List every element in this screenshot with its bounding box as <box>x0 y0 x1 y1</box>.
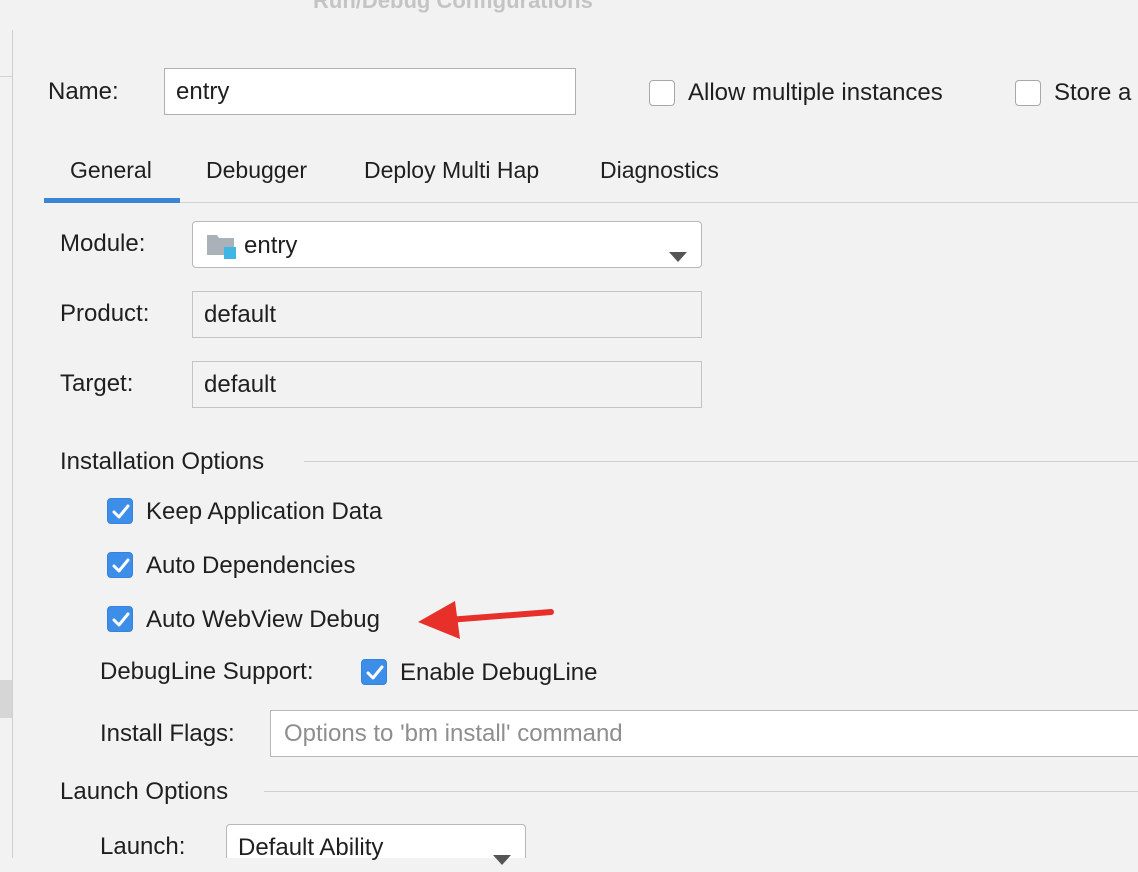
launch-dropdown[interactable]: Default Ability <box>226 824 526 865</box>
auto-dependencies-label[interactable]: Auto Dependencies <box>146 552 355 580</box>
tab-debugger[interactable]: Debugger <box>206 157 307 184</box>
auto-webview-debug-label[interactable]: Auto WebView Debug <box>146 606 380 634</box>
tab-deploy-multi-hap[interactable]: Deploy Multi Hap <box>364 157 539 184</box>
launch-options-title: Launch Options <box>60 778 229 805</box>
target-field: default <box>192 361 702 408</box>
install-flags-placeholder: Options to 'bm install' command <box>284 719 623 747</box>
chevron-down-icon <box>669 241 687 269</box>
launch-options-divider <box>264 791 1138 792</box>
list-selected-item[interactable] <box>0 680 12 718</box>
keep-app-data-checkbox[interactable] <box>107 498 133 524</box>
tab-general[interactable]: General <box>70 157 152 184</box>
name-label: Name: <box>48 78 119 105</box>
store-as-file-label[interactable]: Store a <box>1054 79 1131 107</box>
allow-multiple-instances-label[interactable]: Allow multiple instances <box>688 79 943 107</box>
module-dropdown[interactable]: entry <box>192 221 702 268</box>
active-tab-indicator <box>44 198 180 203</box>
debugline-support-label: DebugLine Support: <box>100 658 314 685</box>
product-value: default <box>204 300 277 328</box>
install-flags-label: Install Flags: <box>100 720 235 747</box>
auto-webview-debug-checkbox[interactable] <box>107 606 133 632</box>
auto-dependencies-checkbox[interactable] <box>107 552 133 578</box>
window-title: Run/Debug Configurations <box>313 0 593 13</box>
allow-multiple-instances-checkbox[interactable] <box>649 80 675 106</box>
target-value: default <box>204 370 277 398</box>
product-label: Product: <box>60 300 150 327</box>
checkmark-icon <box>112 558 130 573</box>
store-as-file-checkbox[interactable] <box>1015 80 1041 106</box>
name-input[interactable] <box>164 68 576 115</box>
module-folder-icon <box>206 233 236 259</box>
chevron-down-icon <box>493 844 511 872</box>
installation-options-divider <box>304 461 1138 462</box>
enable-debugline-label[interactable]: Enable DebugLine <box>400 659 598 687</box>
checkmark-icon <box>366 665 384 680</box>
product-field: default <box>192 291 702 338</box>
list-divider <box>0 76 12 77</box>
module-label: Module: <box>60 230 146 257</box>
module-value: entry <box>244 232 298 259</box>
install-flags-input[interactable]: Options to 'bm install' command <box>270 710 1138 757</box>
checkmark-icon <box>112 612 130 627</box>
configurations-list-edge[interactable] <box>0 30 13 858</box>
enable-debugline-checkbox[interactable] <box>361 659 387 685</box>
checkmark-icon <box>112 504 130 519</box>
installation-options-title: Installation Options <box>60 448 265 475</box>
tab-diagnostics[interactable]: Diagnostics <box>600 157 719 184</box>
tabs-divider <box>44 202 1138 203</box>
keep-app-data-label[interactable]: Keep Application Data <box>146 498 382 526</box>
launch-label: Launch: <box>100 833 186 860</box>
target-label: Target: <box>60 370 134 397</box>
annotation-arrow-icon <box>418 601 554 639</box>
